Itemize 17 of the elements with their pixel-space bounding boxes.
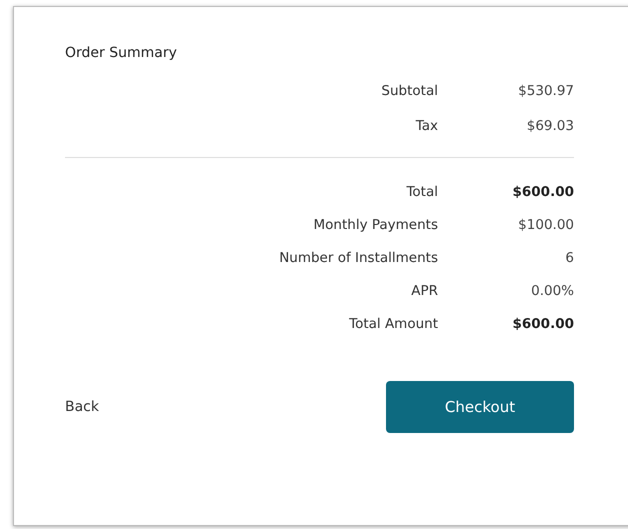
- row-value: $600.00: [512, 184, 574, 201]
- checkout-button[interactable]: Checkout: [386, 381, 574, 433]
- row-label: Monthly Payments: [314, 217, 438, 234]
- row-label: Total: [406, 184, 438, 201]
- row-label: Total Amount: [349, 316, 438, 333]
- row-label: APR: [411, 283, 438, 300]
- row-label: Tax: [416, 118, 438, 135]
- row-value: $530.97: [517, 83, 574, 100]
- row-value: 0.00%: [530, 283, 574, 300]
- back-link[interactable]: Back: [65, 399, 99, 415]
- row-value: 6: [564, 250, 574, 267]
- section-title: Order Summary: [65, 45, 178, 63]
- row-value: $100.00: [517, 217, 574, 234]
- row-label: Subtotal: [381, 83, 438, 100]
- row-label: Number of Installments: [279, 250, 438, 267]
- row-value: $600.00: [512, 316, 574, 333]
- row-value: $69.03: [526, 118, 574, 135]
